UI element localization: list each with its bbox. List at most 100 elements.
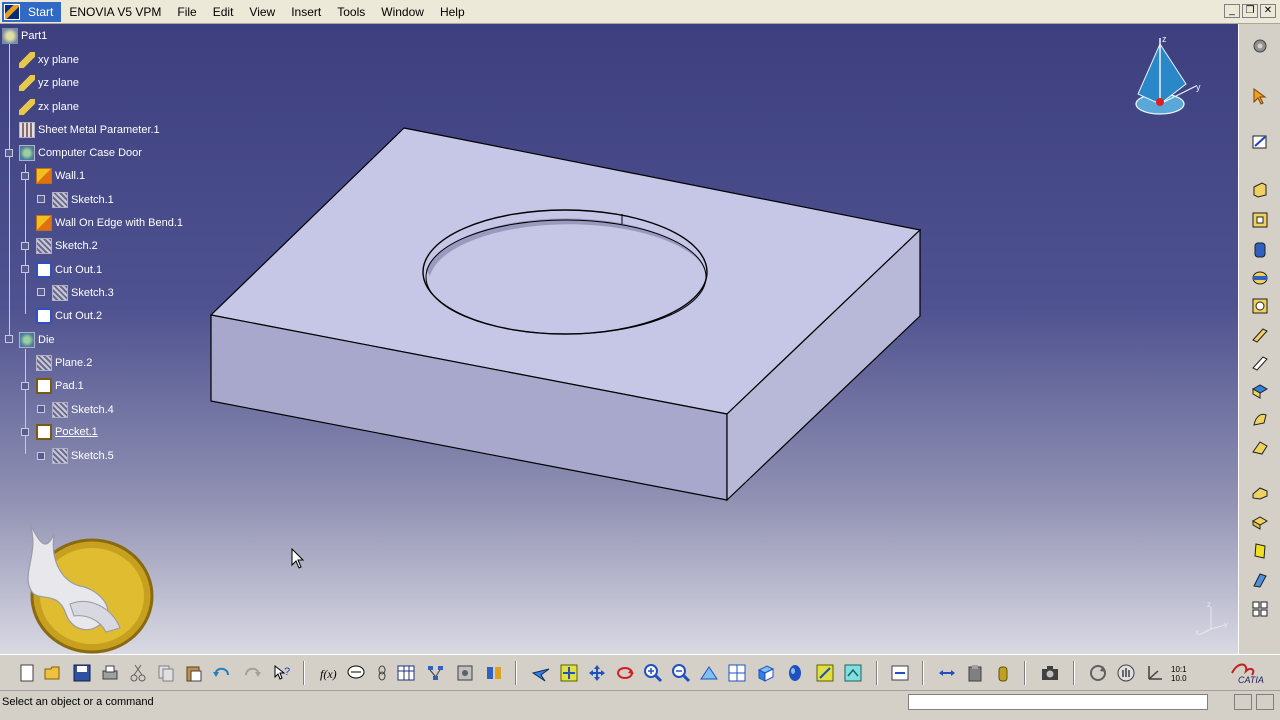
minimize-button[interactable]: _ [1224,4,1240,18]
tree-node-cut-out-1[interactable]: Cut Out.1 [36,260,102,280]
menu-insert[interactable]: Insert [283,2,329,22]
multi-sections-icon[interactable] [1250,438,1270,458]
formula-icon[interactable]: f(x) [318,663,338,683]
inertia-icon[interactable] [965,663,985,683]
tree-collapse-toggle[interactable] [21,172,29,180]
menu-edit[interactable]: Edit [205,2,242,22]
knowledge-icon[interactable] [484,663,504,683]
rotate-icon[interactable] [615,663,635,683]
capture-icon[interactable] [1040,663,1060,683]
tree-icon[interactable] [426,663,446,683]
link-icon[interactable] [372,663,392,683]
command-input[interactable] [908,694,1208,710]
multi-view-icon[interactable] [727,663,747,683]
fly-mode-icon[interactable] [531,663,551,683]
swap-icon[interactable] [843,663,863,683]
fit-all-icon[interactable] [559,663,579,683]
pocket-rim[interactable] [422,209,708,335]
tree-node-xy-plane[interactable]: xy plane [19,50,79,70]
chamfer-icon[interactable] [1250,512,1270,532]
redo-icon[interactable] [242,663,262,683]
close-button[interactable]: ✕ [1260,4,1276,18]
fillet-icon[interactable] [1250,482,1270,502]
print-icon[interactable] [100,663,120,683]
undo-icon[interactable] [212,663,232,683]
copy-icon[interactable] [156,663,176,683]
shaft-icon[interactable] [1250,240,1270,260]
shading-icon[interactable] [785,663,805,683]
3d-viewport[interactable]: Part1 xy plane yz plane zx plane Sheet M… [0,24,1238,654]
menu-view[interactable]: View [241,2,283,22]
axis-icon[interactable] [1144,663,1164,683]
tree-node-sketch-2[interactable]: Sketch.2 [36,236,98,256]
draft-icon[interactable] [1250,541,1270,561]
tree-expand-toggle[interactable] [21,242,29,250]
save-icon[interactable] [72,663,92,683]
tree-node-sheet-metal-parameter[interactable]: Sheet Metal Parameter.1 [19,120,160,140]
tree-node-pocket-1[interactable]: Pocket.1 [36,422,98,442]
whats-this-icon[interactable]: ? [272,663,292,683]
tree-node-computer-case-door[interactable]: Computer Case Door [19,143,142,163]
menu-help[interactable]: Help [432,2,473,22]
tree-node-sketch-5[interactable]: Sketch.5 [52,446,114,466]
tree-node-zx-plane[interactable]: zx plane [19,97,79,117]
tree-node-yz-plane[interactable]: yz plane [19,73,79,93]
solid-combine-icon[interactable] [1250,409,1270,429]
tree-node-plane-2[interactable]: Plane.2 [36,353,92,373]
pan-icon[interactable] [587,663,607,683]
slot-icon[interactable] [1250,353,1270,373]
iso-view-icon[interactable] [755,663,775,683]
menu-enovia[interactable]: ENOVIA V5 VPM [61,2,169,22]
select-icon[interactable] [1250,86,1270,106]
restore-button[interactable]: ❐ [1242,4,1258,18]
tree-collapse-toggle[interactable] [21,428,29,436]
command-options-button[interactable] [1256,694,1274,710]
normal-view-icon[interactable] [699,663,719,683]
tree-expand-toggle[interactable] [37,195,45,203]
scale-icon[interactable]: 10:110.0 [1170,663,1194,683]
pad-icon[interactable] [1250,179,1270,199]
specification-tree[interactable]: Part1 xy plane yz plane zx plane Sheet M… [0,24,220,484]
command-history-button[interactable] [1234,694,1252,710]
tree-collapse-toggle[interactable] [5,149,13,157]
tree-node-part1[interactable]: Part1 [2,26,47,46]
scale-weight-icon[interactable] [993,663,1013,683]
tree-node-sketch-4[interactable]: Sketch.4 [52,400,114,420]
comment-icon[interactable] [346,663,366,683]
pocket-icon[interactable] [1250,210,1270,230]
tree-node-sketch-3[interactable]: Sketch.3 [52,283,114,303]
tree-node-sketch-1[interactable]: Sketch.1 [52,190,114,210]
paste-icon[interactable] [184,663,204,683]
hand-icon[interactable] [1116,663,1136,683]
sketcher-icon[interactable] [1250,132,1270,152]
tree-expand-toggle[interactable] [37,452,45,460]
menu-file[interactable]: File [169,2,204,22]
tree-node-wall-1[interactable]: Wall.1 [36,166,85,186]
tree-collapse-toggle[interactable] [5,335,13,343]
measure-item-icon[interactable] [937,663,957,683]
menu-tools[interactable]: Tools [329,2,373,22]
catalog-icon[interactable] [455,663,475,683]
tree-expand-toggle[interactable] [37,405,45,413]
cut-icon[interactable] [128,663,148,683]
start-menu[interactable]: Start [2,1,62,22]
measure-icon[interactable] [890,663,910,683]
zoom-out-icon[interactable] [671,663,691,683]
pattern-icon[interactable] [1250,599,1270,619]
gear-icon[interactable] [1250,36,1270,56]
menu-window[interactable]: Window [373,2,432,22]
tree-collapse-toggle[interactable] [21,382,29,390]
menu-start[interactable]: Start [20,1,62,22]
shell-icon[interactable] [1250,570,1270,590]
tree-node-wall-on-edge[interactable]: Wall On Edge with Bend.1 [36,213,183,233]
refresh-icon[interactable] [1088,663,1108,683]
tree-collapse-toggle[interactable] [21,265,29,273]
tree-node-pad-1[interactable]: Pad.1 [36,376,84,396]
zoom-in-icon[interactable] [643,663,663,683]
stiffener-icon[interactable] [1250,381,1270,401]
tree-node-die[interactable]: Die [19,330,55,350]
new-icon[interactable] [17,663,37,683]
hole-icon[interactable] [1250,296,1270,316]
tree-node-cut-out-2[interactable]: Cut Out.2 [36,306,102,326]
tree-expand-toggle[interactable] [37,288,45,296]
